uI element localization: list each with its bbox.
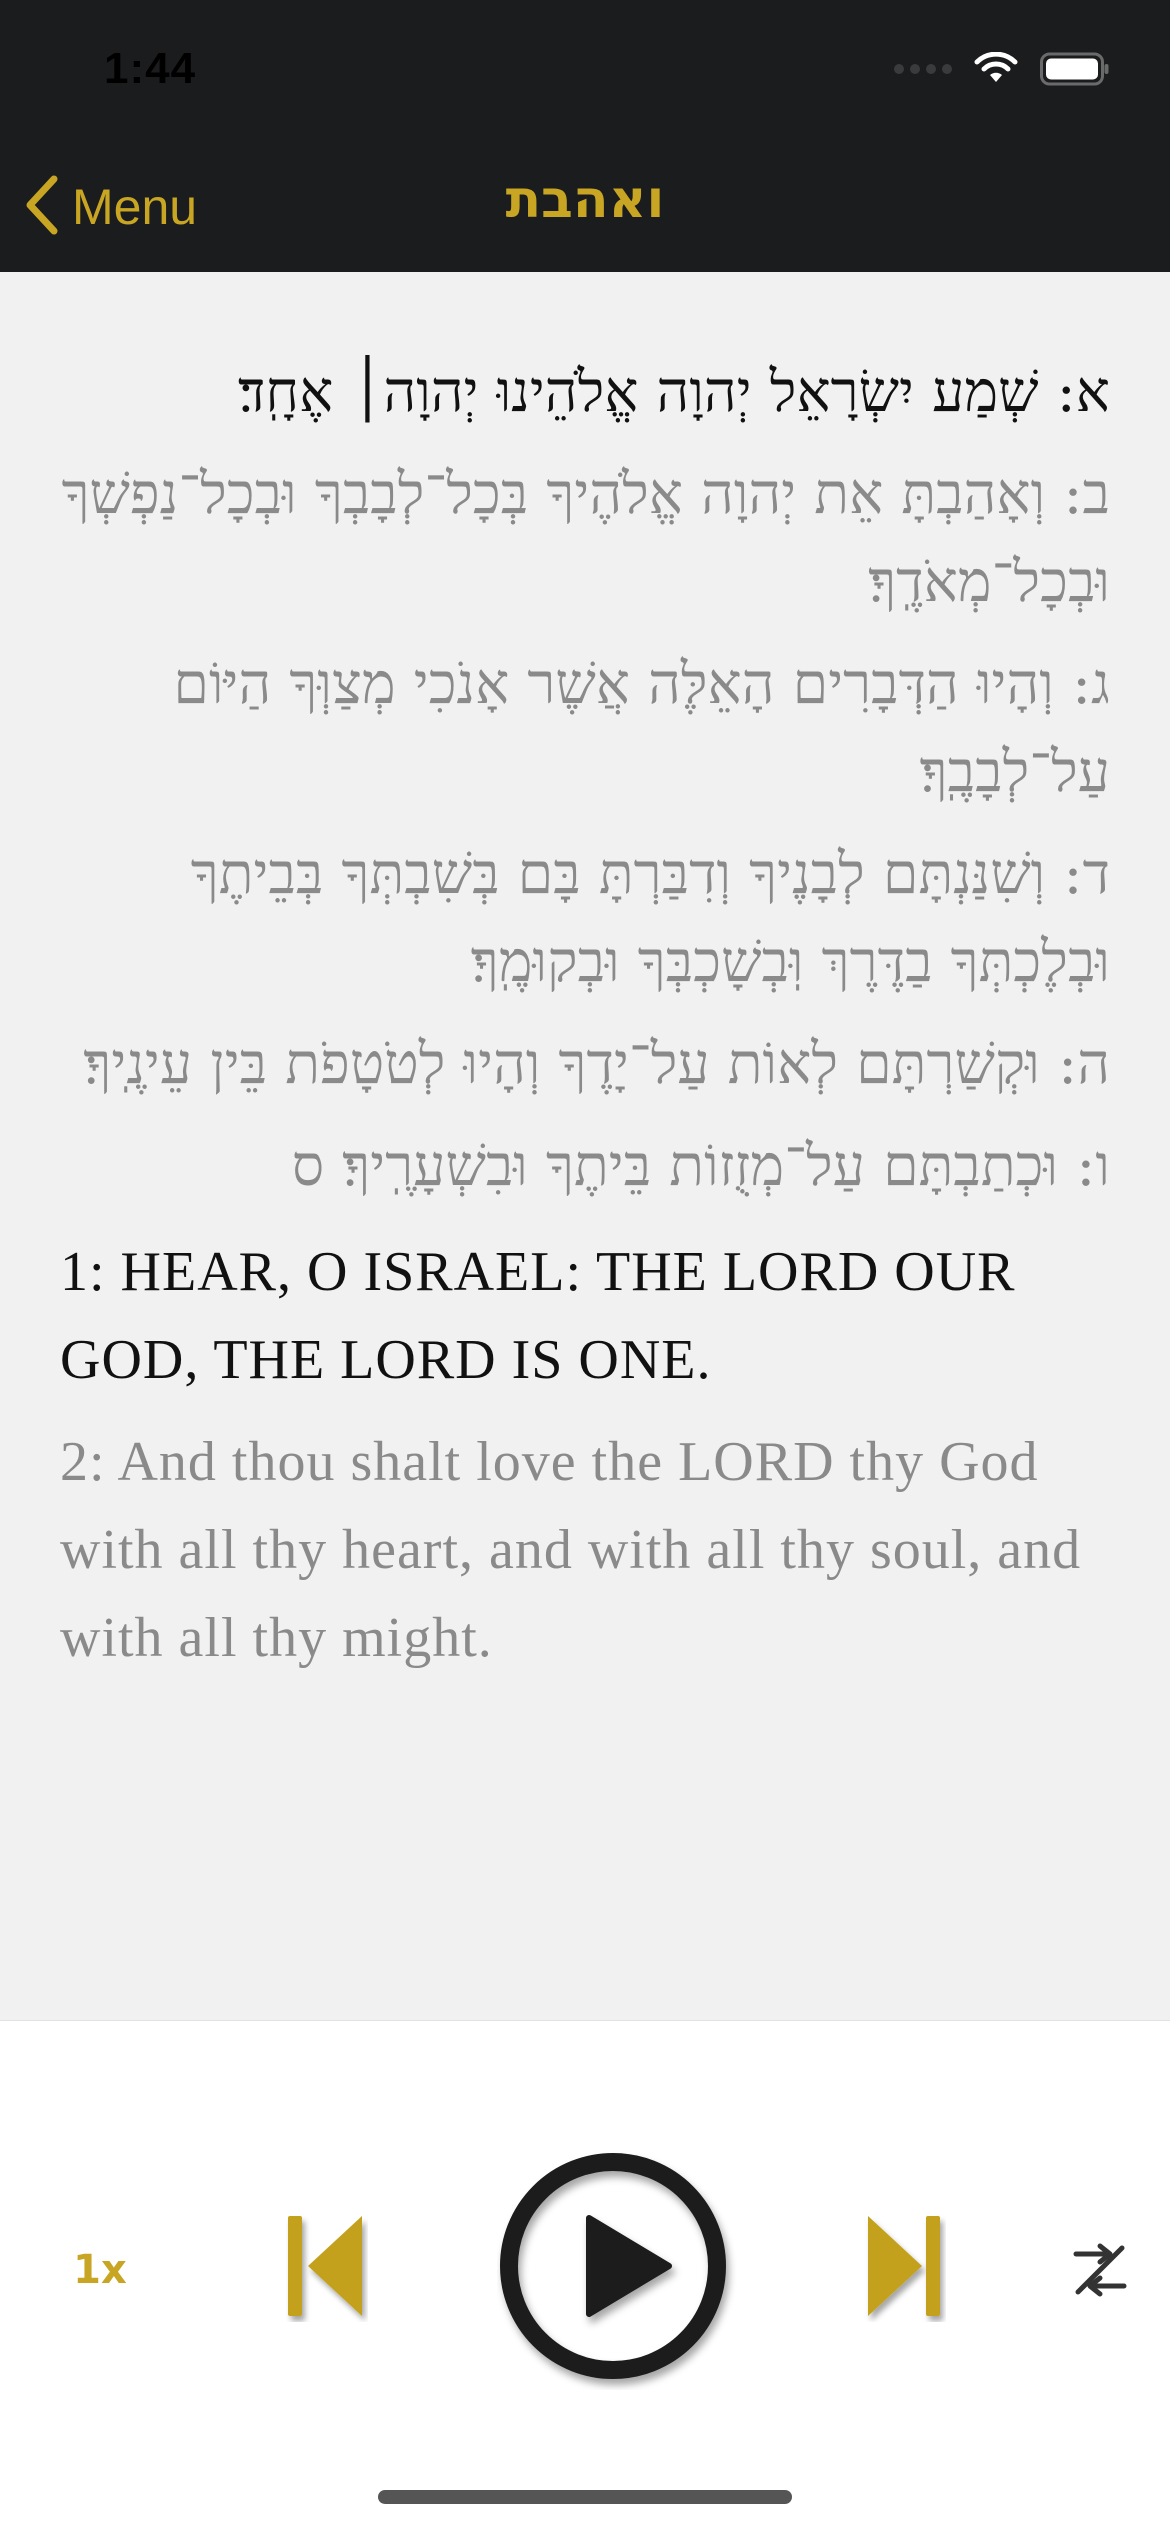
skip-previous-icon [286,2216,368,2326]
status-time: 1:44 [104,44,197,93]
navigation-bar: 1:44 Menu ואהבת [0,0,1170,272]
battery-icon [1040,52,1110,86]
skip-next-icon [864,2216,946,2326]
page-title: ואהבת [505,170,665,230]
play-button[interactable] [497,2150,737,2394]
hebrew-verse-1[interactable]: א: שְׁמַע יִשְׂרָאֵל יְהוָה אֱלֹהֵינוּ י… [0,348,1170,436]
previous-button[interactable] [286,2212,368,2326]
wifi-icon [974,52,1018,86]
status-icons [894,52,1110,86]
shuffle-off-icon [1070,2243,1130,2304]
hebrew-verse-3[interactable]: ג: וְהָיוּ הַדְּבָרִים הָאֵלֶּה אֲשֶׁר א… [0,640,1170,816]
next-button[interactable] [864,2212,946,2326]
scripture-text[interactable]: א: שְׁמַע יִשְׂרָאֵל יְהוָה אֱלֹהֵינוּ י… [0,272,1170,2020]
hebrew-verse-5[interactable]: ה: וּקְשַׁרְתָּם לְאוֹת עַל־יָדֶךָ וְהָי… [0,1020,1170,1108]
hebrew-verse-2[interactable]: ב: וְאָהַבְתָּ אֵת יְהוָה אֱלֹהֶיךָ בְּכ… [0,450,1170,626]
hebrew-verse-4[interactable]: ד: וְשִׁנַּנְתָּם לְבָנֶיךָ וְדִבַּרְתָּ… [0,830,1170,1006]
home-indicator [378,2490,792,2504]
cellular-signal-icon [894,64,952,74]
playback-speed-button[interactable]: 1x [70,2240,130,2300]
english-verse-2[interactable]: 2: And thou shalt love the LORD thy God … [0,1418,1170,1682]
play-circle-icon [497,2153,737,2394]
shuffle-button[interactable] [1070,2240,1130,2304]
hebrew-verse-6[interactable]: ו: וּכְתַבְתָּם עַל־מְזֻזוֹת בֵּיתֶךָ וּ… [0,1122,1170,1210]
english-verse-1[interactable]: 1: HEAR, O ISRAEL: THE LORD OUR GOD, THE… [0,1228,1170,1404]
